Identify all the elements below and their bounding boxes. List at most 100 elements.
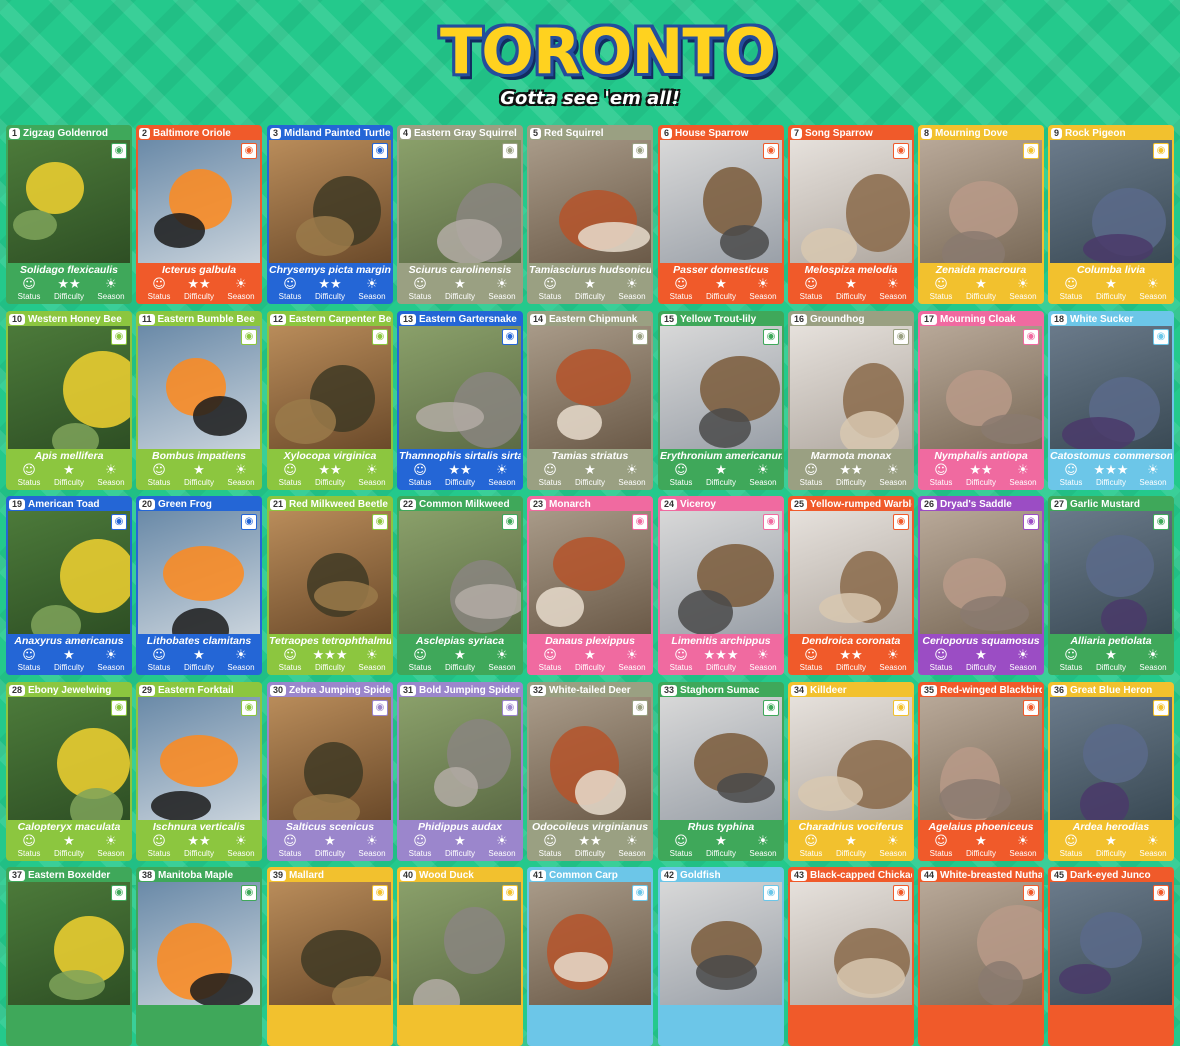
species-card[interactable]: 35 Red-winged Blackbird ◉ Agelaius phoenice… bbox=[918, 682, 1044, 861]
species-card[interactable]: 43Black-capped Chickadee ◉ bbox=[788, 867, 914, 1046]
eye-icon[interactable]: ◉ bbox=[1023, 143, 1039, 159]
species-card[interactable]: 18 White Sucker ◉ Catostomus commersonii ☺ St… bbox=[1048, 311, 1174, 490]
species-card[interactable]: 1 Zigzag Goldenrod ◉ Solidago flexicaulis ☺ S… bbox=[6, 125, 132, 304]
species-card[interactable]: 36 Great Blue Heron ◉ Ardea herodias ☺ Status… bbox=[1048, 682, 1174, 861]
status-stat: ☺ Status bbox=[399, 277, 441, 302]
species-card[interactable]: 42 Goldfish ◉ bbox=[658, 867, 784, 1046]
species-card[interactable]: 44White-breasted Nuthatch ◉ bbox=[918, 867, 1044, 1046]
species-card[interactable]: 45 Dark-eyed Junco ◉ bbox=[1048, 867, 1174, 1046]
eye-icon[interactable]: ◉ bbox=[763, 700, 779, 716]
species-card[interactable]: 20 Green Frog ◉ Lithobates clamitans ☺ Status… bbox=[136, 496, 262, 675]
eye-icon[interactable]: ◉ bbox=[372, 700, 388, 716]
species-card[interactable]: 2 Baltimore Oriole ◉ Icterus galbula ☺ Status… bbox=[136, 125, 262, 304]
species-card[interactable]: 27 Garlic Mustard ◉ Alliaria petiolata ☺ Stat… bbox=[1048, 496, 1174, 675]
species-card[interactable]: 23 Monarch ◉ Danaus plexippus ☺ Status ★ Diffic… bbox=[527, 496, 653, 675]
species-card[interactable]: 10 Western Honey Bee ◉ Apis mellifera ☺ Statu… bbox=[6, 311, 132, 490]
species-card[interactable]: 7 Song Sparrow ◉ Melospiza melodia ☺ Status ★ D… bbox=[788, 125, 914, 304]
eye-icon[interactable]: ◉ bbox=[763, 885, 779, 901]
eye-icon[interactable]: ◉ bbox=[111, 329, 127, 345]
species-card[interactable]: 37 Eastern Boxelder ◉ bbox=[6, 867, 132, 1046]
eye-icon[interactable]: ◉ bbox=[763, 143, 779, 159]
species-card[interactable]: 28 Ebony Jewelwing ◉ Calopteryx maculata ☺ St… bbox=[6, 682, 132, 861]
eye-icon[interactable]: ◉ bbox=[1153, 329, 1169, 345]
species-card[interactable]: 19 American Toad ◉ Anaxyrus americanus ☺ Stat… bbox=[6, 496, 132, 675]
eye-icon[interactable]: ◉ bbox=[241, 885, 257, 901]
species-card[interactable]: 31 Bold Jumping Spider ◉ Phidippus audax ☺ St… bbox=[397, 682, 523, 861]
eye-icon[interactable]: ◉ bbox=[502, 700, 518, 716]
eye-icon[interactable]: ◉ bbox=[632, 514, 648, 530]
species-card[interactable]: 38 Manitoba Maple ◉ bbox=[136, 867, 262, 1046]
page-header: TORONTO Gotta see 'em all! bbox=[0, 0, 1180, 124]
eye-icon[interactable]: ◉ bbox=[502, 143, 518, 159]
species-card[interactable]: 16 Groundhog ◉ Marmota monax ☺ Status ★★ Diffic… bbox=[788, 311, 914, 490]
season-stat: ☀ Season bbox=[1132, 463, 1172, 488]
season-stat: ☀ Season bbox=[872, 648, 912, 673]
eye-icon[interactable]: ◉ bbox=[1153, 143, 1169, 159]
species-card[interactable]: 22 Common Milkweed ◉ Asclepias syriaca ☺ Stat… bbox=[397, 496, 523, 675]
eye-icon[interactable]: ◉ bbox=[502, 329, 518, 345]
eye-icon[interactable]: ◉ bbox=[1023, 700, 1039, 716]
eye-icon[interactable]: ◉ bbox=[1153, 700, 1169, 716]
photo-subject bbox=[63, 351, 130, 428]
species-card[interactable]: 12 Eastern Carpenter Bee ◉ Xylocopa virgini… bbox=[267, 311, 393, 490]
card-number: 38 bbox=[139, 870, 156, 881]
eye-icon[interactable]: ◉ bbox=[763, 329, 779, 345]
eye-icon[interactable]: ◉ bbox=[893, 329, 909, 345]
eye-icon[interactable]: ◉ bbox=[111, 143, 127, 159]
eye-icon[interactable]: ◉ bbox=[241, 329, 257, 345]
eye-icon[interactable]: ◉ bbox=[1023, 885, 1039, 901]
species-card[interactable]: 11 Eastern Bumble Bee ◉ Bombus impatiens ☺ St… bbox=[136, 311, 262, 490]
species-card[interactable]: 4 Eastern Gray Squirrel ◉ Sciurus carolinen… bbox=[397, 125, 523, 304]
species-card[interactable]: 33 Staghorn Sumac ◉ Rhus typhina ☺ Status ★ Dif… bbox=[658, 682, 784, 861]
eye-icon[interactable]: ◉ bbox=[893, 514, 909, 530]
species-card[interactable]: 26 Dryad's Saddle ◉ Cerioporus squamosus ☺ St… bbox=[918, 496, 1044, 675]
species-card[interactable]: 6 House Sparrow ◉ Passer domesticus ☺ Status ★… bbox=[658, 125, 784, 304]
species-card[interactable]: 9 Rock Pigeon ◉ Columba livia ☺ Status ★ Diffic… bbox=[1048, 125, 1174, 304]
species-card[interactable]: 17 Mourning Cloak ◉ Nymphalis antiopa ☺ Statu… bbox=[918, 311, 1044, 490]
species-card[interactable]: 14 Eastern Chipmunk ◉ Tamias striatus ☺ Statu… bbox=[527, 311, 653, 490]
photo-background bbox=[1059, 964, 1111, 994]
eye-icon[interactable]: ◉ bbox=[502, 885, 518, 901]
eye-icon[interactable]: ◉ bbox=[632, 143, 648, 159]
eye-icon[interactable]: ◉ bbox=[372, 885, 388, 901]
species-card[interactable]: 13 Eastern Gartersnake ◉ Thamnophis sirtali… bbox=[397, 311, 523, 490]
species-card[interactable]: 21 Red Milkweed Beetle ◉ Tetraopes tetropht… bbox=[267, 496, 393, 675]
eye-icon[interactable]: ◉ bbox=[372, 329, 388, 345]
species-card[interactable]: 25 Yellow-rumped Warbler ◉ Dendroica corona… bbox=[788, 496, 914, 675]
eye-icon[interactable]: ◉ bbox=[372, 143, 388, 159]
eye-icon[interactable]: ◉ bbox=[111, 514, 127, 530]
eye-icon[interactable]: ◉ bbox=[632, 700, 648, 716]
species-card[interactable]: 40 Wood Duck ◉ bbox=[397, 867, 523, 1046]
species-card[interactable]: 32 White-tailed Deer ◉ Odocoileus virginian… bbox=[527, 682, 653, 861]
species-card[interactable]: 29 Eastern Forktail ◉ Ischnura verticalis ☺ S… bbox=[136, 682, 262, 861]
eye-icon[interactable]: ◉ bbox=[502, 514, 518, 530]
eye-icon[interactable]: ◉ bbox=[372, 514, 388, 530]
species-card[interactable]: 30 Zebra Jumping Spider ◉ Salticus scenicus… bbox=[267, 682, 393, 861]
eye-icon[interactable]: ◉ bbox=[893, 885, 909, 901]
species-card[interactable]: 15 Yellow Trout-lily ◉ Erythronium american… bbox=[658, 311, 784, 490]
eye-icon[interactable]: ◉ bbox=[111, 700, 127, 716]
eye-icon[interactable]: ◉ bbox=[632, 329, 648, 345]
eye-icon[interactable]: ◉ bbox=[1023, 514, 1039, 530]
eye-icon[interactable]: ◉ bbox=[241, 143, 257, 159]
eye-icon[interactable]: ◉ bbox=[241, 514, 257, 530]
eye-icon[interactable]: ◉ bbox=[241, 700, 257, 716]
eye-icon[interactable]: ◉ bbox=[893, 143, 909, 159]
eye-icon[interactable]: ◉ bbox=[763, 514, 779, 530]
eye-icon[interactable]: ◉ bbox=[1153, 885, 1169, 901]
species-photo: ◉ bbox=[399, 511, 521, 634]
eye-icon[interactable]: ◉ bbox=[1023, 329, 1039, 345]
eye-icon[interactable]: ◉ bbox=[1153, 514, 1169, 530]
species-card[interactable]: 34 Killdeer ◉ Charadrius vociferus ☺ Status ★ D… bbox=[788, 682, 914, 861]
eye-icon[interactable]: ◉ bbox=[632, 885, 648, 901]
eye-icon[interactable]: ◉ bbox=[893, 700, 909, 716]
star-icon: ★★ bbox=[57, 277, 81, 292]
species-card[interactable]: 41 Common Carp ◉ bbox=[527, 867, 653, 1046]
species-card[interactable]: 39 Mallard ◉ bbox=[267, 867, 393, 1046]
species-card[interactable]: 5 Red Squirrel ◉ Tamiasciurus hudsonicus ☺ St… bbox=[527, 125, 653, 304]
species-card[interactable]: 8 Mourning Dove ◉ Zenaida macroura ☺ Status ★ D… bbox=[918, 125, 1044, 304]
species-photo: ◉ bbox=[269, 882, 391, 1005]
species-card[interactable]: 3 Midland Painted Turtle ◉ Chrysemys picta … bbox=[267, 125, 393, 304]
eye-icon[interactable]: ◉ bbox=[111, 885, 127, 901]
species-card[interactable]: 24 Viceroy ◉ Limenitis archippus ☺ Status ★★★ D… bbox=[658, 496, 784, 675]
